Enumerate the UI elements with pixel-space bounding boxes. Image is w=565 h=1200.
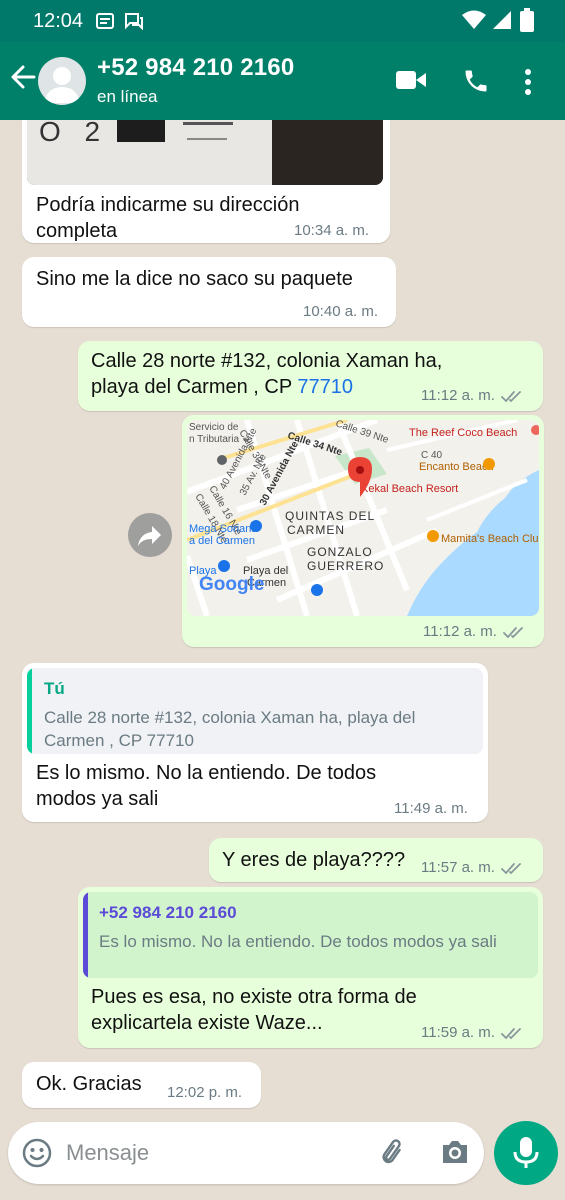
map-label: Kekal Beach Resort xyxy=(361,483,458,495)
time-label: 11:59 a. m. xyxy=(421,1024,495,1041)
avatar[interactable] xyxy=(38,57,86,105)
quoted-message[interactable]: Tú Calle 28 norte #132, colonia Xaman ha… xyxy=(27,668,483,754)
signal-icon xyxy=(493,11,511,29)
quote-text: Calle 28 norte #132, colonia Xaman ha, p… xyxy=(44,708,416,750)
message-bubble-location[interactable]: Servicio de n Tributaria Calle 30 Nte Ca… xyxy=(182,415,544,647)
message-bubble-outgoing[interactable]: Y eres de playa???? 11:57 a. m. xyxy=(209,838,543,882)
voice-message-button[interactable] xyxy=(494,1121,558,1185)
avatar-placeholder-icon xyxy=(44,67,80,103)
map-label: C 40 xyxy=(421,450,443,461)
map-label: The Reef Coco Beach xyxy=(409,427,517,439)
address-text: Calle 28 norte #132, colonia Xaman ha, p… xyxy=(91,350,443,398)
map-label: CARMEN xyxy=(287,523,345,537)
map-label: Servicio de xyxy=(189,422,239,433)
message-composer xyxy=(8,1122,484,1184)
time-label: 11:12 a. m. xyxy=(423,623,497,640)
chat-notification-icon xyxy=(125,13,143,30)
message-text: Es lo mismo. No la entiendo. De todos mo… xyxy=(36,762,377,810)
message-notification-icon xyxy=(96,13,114,29)
postal-code-link[interactable]: 77710 xyxy=(297,376,353,398)
google-logo: Google xyxy=(199,574,264,595)
map-poi-icon xyxy=(217,455,227,465)
message-bubble-incoming[interactable]: O 2 Podría indicarme su dirección comple… xyxy=(22,120,390,243)
message-time: 11:12 a. m. xyxy=(423,623,525,640)
contact-name[interactable]: +52 984 210 2160 xyxy=(97,54,294,82)
map-label: GUERRERO xyxy=(307,559,384,573)
quote-author: +52 984 210 2160 xyxy=(99,903,237,922)
map-label: QUINTAS DEL xyxy=(285,509,375,523)
chat-header: +52 984 210 2160 en línea xyxy=(0,42,565,120)
mic-icon xyxy=(513,1137,539,1168)
double-check-icon xyxy=(501,862,521,874)
message-bubble-incoming[interactable]: Tú Calle 28 norte #132, colonia Xaman ha… xyxy=(22,663,488,822)
message-text: Sino me la dice no saco su paquete xyxy=(36,268,353,290)
message-input[interactable] xyxy=(66,1134,366,1172)
back-arrow-icon[interactable] xyxy=(10,64,36,90)
map-poi-icon xyxy=(427,530,439,542)
message-text: Calle 28 norte #132, colonia Xaman ha, p… xyxy=(91,348,471,400)
message-time: 11:49 a. m. xyxy=(394,800,468,817)
double-check-icon xyxy=(503,626,523,638)
phone-call-icon[interactable] xyxy=(462,67,490,95)
message-time: 11:57 a. m. xyxy=(421,859,523,876)
message-bubble-incoming[interactable]: Sino me la dice no saco su paquete 10:40… xyxy=(22,257,396,327)
more-vert-icon[interactable] xyxy=(524,68,532,96)
map-label: Mamita's Beach Club xyxy=(441,533,539,545)
map-poi-icon xyxy=(218,560,230,572)
time-label: 11:57 a. m. xyxy=(421,859,495,876)
map-poi-icon xyxy=(483,458,495,470)
quote-text: Es lo mismo. No la entiendo. De todos mo… xyxy=(99,932,497,951)
map-label: Mega Soriana xyxy=(189,523,258,535)
message-bubble-outgoing[interactable]: Calle 28 norte #132, colonia Xaman ha, p… xyxy=(78,341,543,411)
map-preview[interactable]: Servicio de n Tributaria Calle 30 Nte Ca… xyxy=(187,420,539,616)
chat-area[interactable]: O 2 Podría indicarme su dirección comple… xyxy=(0,120,565,1118)
map-label: GONZALO xyxy=(307,545,373,559)
battery-icon xyxy=(520,8,534,32)
message-time: 11:59 a. m. xyxy=(421,1024,523,1041)
message-time: 10:40 a. m. xyxy=(303,303,379,320)
emoji-icon[interactable] xyxy=(22,1138,52,1168)
message-time: 10:34 a. m. xyxy=(294,222,370,239)
time-label: 11:12 a. m. xyxy=(421,387,495,404)
wifi-icon xyxy=(462,10,486,29)
double-check-icon xyxy=(501,390,521,402)
message-text: Pues es esa, no existe otra forma de exp… xyxy=(91,986,417,1034)
double-check-icon xyxy=(501,1027,521,1039)
map-label: a del Carmen xyxy=(189,535,255,547)
quoted-message[interactable]: +52 984 210 2160 Es lo mismo. No la enti… xyxy=(83,892,538,978)
message-time: 12:02 p. m. xyxy=(167,1084,243,1101)
message-text: Y eres de playa???? xyxy=(222,849,406,871)
message-text: Ok. Gracias xyxy=(36,1073,142,1095)
message-time: 11:12 a. m. xyxy=(421,387,523,404)
image-thumbnail[interactable]: O 2 xyxy=(27,120,383,185)
camera-icon[interactable] xyxy=(440,1138,470,1166)
map-label: Encanto Beach xyxy=(419,461,494,473)
message-bubble-incoming[interactable]: Ok. Gracias 12:02 p. m. xyxy=(22,1062,261,1108)
map-poi-icon xyxy=(250,520,262,532)
message-text: Podría indicarme su dirección completa xyxy=(36,194,300,242)
map-label: n Tributaria xyxy=(189,434,239,445)
contact-status: en línea xyxy=(97,87,158,106)
attach-icon[interactable] xyxy=(378,1137,410,1169)
image-text: O 2 xyxy=(39,120,109,147)
quote-author: Tú xyxy=(44,679,65,698)
system-nav-bar xyxy=(0,1190,565,1200)
status-time: 12:04 xyxy=(33,10,84,32)
map-poi-icon xyxy=(311,584,323,596)
video-call-icon[interactable] xyxy=(396,69,426,91)
forward-button[interactable] xyxy=(128,513,172,557)
status-bar: 12:04 xyxy=(0,0,565,42)
message-bubble-outgoing[interactable]: +52 984 210 2160 Es lo mismo. No la enti… xyxy=(78,887,543,1048)
forward-icon xyxy=(138,526,161,546)
